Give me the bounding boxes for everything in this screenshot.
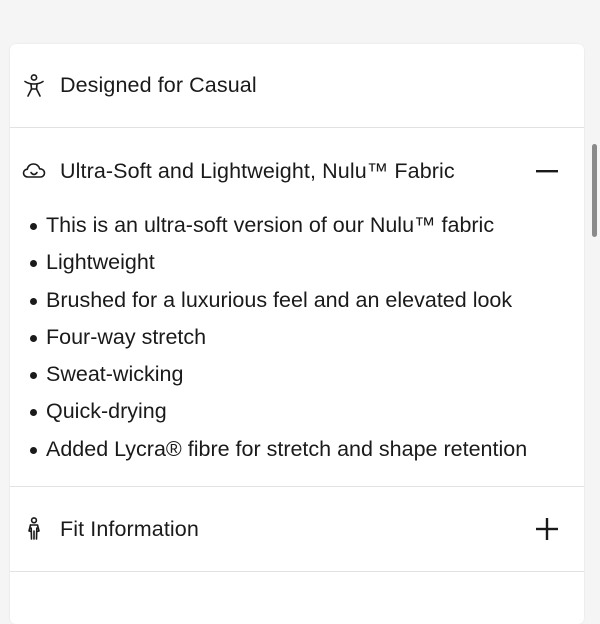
designed-for-header: Designed for Casual bbox=[10, 44, 584, 127]
list-item: This is an ultra-soft version of our Nul… bbox=[29, 207, 584, 244]
fit-information-section: Fit Information bbox=[10, 487, 584, 573]
fit-information-accordion-header[interactable]: Fit Information bbox=[10, 487, 584, 571]
list-item: Brushed for a luxurious feel and an elev… bbox=[29, 282, 584, 319]
list-item: Quick-drying bbox=[29, 393, 584, 430]
section-title: Ultra-Soft and Lightweight, Nulu™ Fabric bbox=[60, 158, 455, 183]
fabric-features-list: This is an ultra-soft version of our Nul… bbox=[10, 207, 584, 486]
plus-icon[interactable] bbox=[534, 516, 560, 542]
section-title: Designed for Casual bbox=[60, 73, 257, 97]
fit-person-icon bbox=[21, 516, 47, 542]
section-title: Fit Information bbox=[60, 516, 199, 541]
list-item: Sweat-wicking bbox=[29, 356, 584, 393]
list-item: Added Lycra® fibre for stretch and shape… bbox=[29, 431, 584, 468]
minus-icon[interactable] bbox=[534, 158, 560, 184]
list-item: Lightweight bbox=[29, 244, 584, 281]
cloud-icon bbox=[21, 158, 47, 184]
designed-for-section: Designed for Casual bbox=[10, 44, 584, 128]
fabric-accordion-header[interactable]: Ultra-Soft and Lightweight, Nulu™ Fabric bbox=[10, 128, 584, 214]
casual-person-icon bbox=[21, 73, 47, 99]
product-details-card: Designed for Casual Ultra-Soft and Light… bbox=[10, 44, 584, 624]
fabric-section: Ultra-Soft and Lightweight, Nulu™ Fabric… bbox=[10, 128, 584, 488]
list-item: Four-way stretch bbox=[29, 319, 584, 356]
scrollbar-thumb[interactable] bbox=[592, 144, 597, 237]
